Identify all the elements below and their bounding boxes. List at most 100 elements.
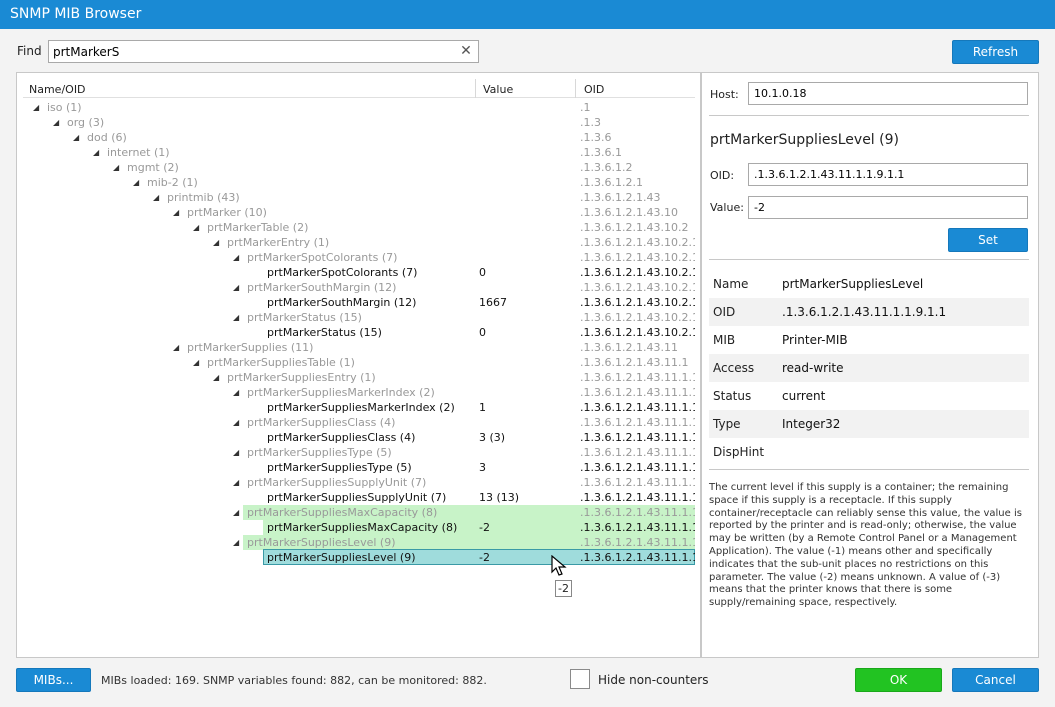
row-oid: .1.3.6.1: [580, 146, 622, 159]
mib-tree-panel[interactable]: Name/OID Value OID ◢ iso (1) .1 ◢ org (3) .1.…: [16, 72, 701, 658]
row-name: prtMarkerSuppliesMaxCapacity (8): [247, 506, 438, 519]
property-row: MIB Printer-MIB: [709, 326, 1029, 354]
tree-row[interactable]: ◢ mib-2 (1) .1.3.6.1.2.1: [23, 175, 695, 190]
expand-triangle-icon[interactable]: ◢: [193, 220, 199, 235]
row-name: mgmt (2): [127, 161, 179, 174]
expand-triangle-icon[interactable]: ◢: [233, 475, 239, 490]
column-header-value[interactable]: Value: [483, 83, 513, 96]
expand-triangle-icon[interactable]: ◢: [233, 445, 239, 460]
cancel-button[interactable]: Cancel: [952, 668, 1039, 692]
tree-row[interactable]: ◢ prtMarkerSuppliesType (5) .1.3.6.1.2.1.4…: [23, 445, 695, 460]
row-oid: .1.3.6.1.2.1.43.11.1.1.5: [580, 446, 695, 459]
property-key: OID: [713, 305, 736, 319]
tree-row[interactable]: prtMarkerSuppliesLevel (9) -2 .1.3.6.1.2.1…: [23, 550, 695, 565]
tree-row[interactable]: ◢ prtMarkerEntry (1) .1.3.6.1.2.1.43.10.2.…: [23, 235, 695, 250]
expand-triangle-icon[interactable]: ◢: [233, 385, 239, 400]
row-oid: .1.3.6.1.2.1.43.11.1: [580, 356, 689, 369]
tree-row[interactable]: ◢ prtMarkerTable (2) .1.3.6.1.2.1.43.10.2: [23, 220, 695, 235]
tree-row[interactable]: ◢ iso (1) .1: [23, 100, 695, 115]
row-oid: .1.3.6.1.2.1.43.11.1.1: [580, 371, 695, 384]
tree-row[interactable]: ◢ prtMarkerSuppliesSupplyUnit (7) .1.3.6.1…: [23, 475, 695, 490]
row-name: prtMarkerSuppliesClass (4): [247, 416, 396, 429]
tree-row[interactable]: prtMarkerSuppliesType (5) 3 .1.3.6.1.2.1.4…: [23, 460, 695, 475]
tree-row[interactable]: prtMarkerSuppliesSupplyUnit (7) 13 (13) .1…: [23, 490, 695, 505]
row-value: 13 (13): [479, 491, 520, 504]
tree-row[interactable]: prtMarkerStatus (15) 0 .1.3.6.1.2.1.43.10.…: [23, 325, 695, 340]
tree-row[interactable]: ◢ prtMarkerSuppliesEntry (1) .1.3.6.1.2.1.…: [23, 370, 695, 385]
tree-row[interactable]: ◢ dod (6) .1.3.6: [23, 130, 695, 145]
expand-triangle-icon[interactable]: ◢: [113, 160, 119, 175]
property-row: Type Integer32: [709, 410, 1029, 438]
row-oid: .1.3.6.1.2.1.43.11.1.1...: [580, 431, 695, 444]
expand-triangle-icon[interactable]: ◢: [233, 310, 239, 325]
expand-triangle-icon[interactable]: ◢: [173, 205, 179, 220]
row-value: -2: [479, 551, 490, 564]
property-value: prtMarkerSuppliesLevel: [782, 277, 924, 291]
expand-triangle-icon[interactable]: ◢: [233, 505, 239, 520]
tree-row[interactable]: ◢ prtMarkerSpotColorants (7) .1.3.6.1.2.1.…: [23, 250, 695, 265]
refresh-button[interactable]: Refresh: [952, 40, 1039, 64]
oid-input[interactable]: [748, 163, 1028, 186]
tree-row[interactable]: prtMarkerSuppliesMaxCapacity (8) -2 .1.3.6…: [23, 520, 695, 535]
expand-triangle-icon[interactable]: ◢: [33, 100, 39, 115]
expand-triangle-icon[interactable]: ◢: [213, 235, 219, 250]
oid-label: OID:: [710, 169, 735, 182]
divider: [709, 259, 1029, 260]
clear-icon[interactable]: ✕: [458, 42, 474, 61]
value-input[interactable]: [748, 196, 1028, 219]
expand-triangle-icon[interactable]: ◢: [133, 175, 139, 190]
row-name: prtMarkerSpotColorants (7): [247, 251, 398, 264]
tree-row[interactable]: ◢ mgmt (2) .1.3.6.1.2: [23, 160, 695, 175]
tree-row[interactable]: ◢ prtMarkerStatus (15) .1.3.6.1.2.1.43.10.…: [23, 310, 695, 325]
ok-button[interactable]: OK: [855, 668, 942, 692]
expand-triangle-icon[interactable]: ◢: [53, 115, 59, 130]
tree-row[interactable]: prtMarkerSpotColorants (7) 0 .1.3.6.1.2.1.…: [23, 265, 695, 280]
tree-row[interactable]: prtMarkerSuppliesClass (4) 3 (3) .1.3.6.1.…: [23, 430, 695, 445]
details-panel: Host: prtMarkerSuppliesLevel (9) OID: Va…: [701, 72, 1039, 658]
expand-triangle-icon[interactable]: ◢: [73, 130, 79, 145]
tree-row[interactable]: ◢ prtMarkerSuppliesTable (1) .1.3.6.1.2.1.…: [23, 355, 695, 370]
expand-triangle-icon[interactable]: ◢: [193, 355, 199, 370]
column-header-oid[interactable]: OID: [584, 83, 604, 96]
find-input[interactable]: [49, 41, 449, 62]
row-oid: .1.3.6.1.2.1: [580, 176, 643, 189]
expand-triangle-icon[interactable]: ◢: [233, 280, 239, 295]
column-header-name[interactable]: Name/OID: [29, 83, 86, 96]
tree-row[interactable]: prtMarkerSuppliesMarkerIndex (2) 1 .1.3.6.…: [23, 400, 695, 415]
tree-row[interactable]: ◢ prtMarkerSuppliesMarkerIndex (2) .1.3.6.…: [23, 385, 695, 400]
column-separator[interactable]: [475, 79, 476, 98]
column-separator[interactable]: [575, 79, 576, 98]
row-oid: .1.3.6.1.2.1.43.10.2.1...: [580, 311, 695, 324]
property-value: current: [782, 389, 826, 403]
tree-row[interactable]: ◢ prtMarkerSupplies (11) .1.3.6.1.2.1.43.1…: [23, 340, 695, 355]
tree-row[interactable]: ◢ prtMarkerSouthMargin (12) .1.3.6.1.2.1.4…: [23, 280, 695, 295]
set-button[interactable]: Set: [948, 228, 1028, 252]
expand-triangle-icon[interactable]: ◢: [173, 340, 179, 355]
host-input[interactable]: [748, 82, 1028, 105]
tree-row[interactable]: ◢ prtMarkerSuppliesLevel (9) .1.3.6.1.2.1.…: [23, 535, 695, 550]
property-key: Access: [713, 361, 755, 375]
row-oid: .1.3: [580, 116, 601, 129]
hide-non-counters-label[interactable]: Hide non-counters: [598, 673, 708, 687]
tree-row[interactable]: prtMarkerSouthMargin (12) 1667 .1.3.6.1.2.…: [23, 295, 695, 310]
tree-row[interactable]: ◢ printmib (43) .1.3.6.1.2.1.43: [23, 190, 695, 205]
row-name: prtMarkerStatus (15): [247, 311, 362, 324]
property-key: DispHint: [713, 445, 765, 459]
expand-triangle-icon[interactable]: ◢: [93, 145, 99, 160]
mouse-cursor-icon: [551, 555, 567, 576]
expand-triangle-icon[interactable]: ◢: [233, 535, 239, 550]
expand-triangle-icon[interactable]: ◢: [213, 370, 219, 385]
property-row: OID .1.3.6.1.2.1.43.11.1.1.9.1.1: [709, 298, 1029, 326]
hide-non-counters-checkbox[interactable]: [570, 669, 590, 689]
tree-row[interactable]: ◢ prtMarker (10) .1.3.6.1.2.1.43.10: [23, 205, 695, 220]
row-oid: .1.3.6.1.2.1.43.10.2.1...: [580, 266, 695, 279]
row-name: prtMarkerSuppliesEntry (1): [227, 371, 376, 384]
mibs-button[interactable]: MIBs...: [16, 668, 91, 692]
tree-row[interactable]: ◢ internet (1) .1.3.6.1: [23, 145, 695, 160]
expand-triangle-icon[interactable]: ◢: [153, 190, 159, 205]
expand-triangle-icon[interactable]: ◢: [233, 415, 239, 430]
expand-triangle-icon[interactable]: ◢: [233, 250, 239, 265]
tree-row[interactable]: ◢ prtMarkerSuppliesClass (4) .1.3.6.1.2.1.…: [23, 415, 695, 430]
tree-row[interactable]: ◢ prtMarkerSuppliesMaxCapacity (8) .1.3.6.…: [23, 505, 695, 520]
tree-row[interactable]: ◢ org (3) .1.3: [23, 115, 695, 130]
